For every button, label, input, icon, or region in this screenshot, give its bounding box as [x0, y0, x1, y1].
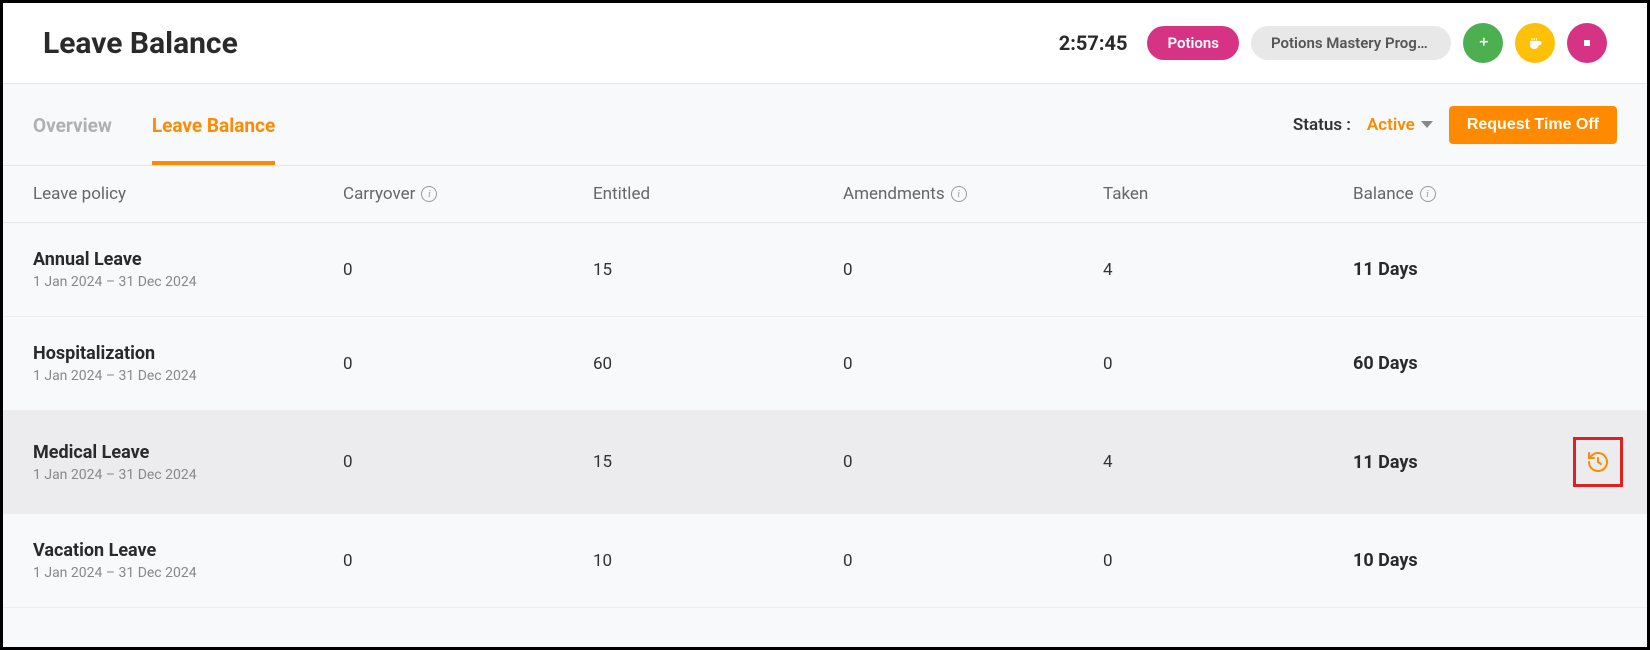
context-pill-secondary[interactable]: Potions Mastery Progr… [1251, 26, 1451, 60]
status-dropdown[interactable]: Active [1367, 115, 1433, 135]
info-icon[interactable]: i [1420, 186, 1436, 202]
leave-policy-cell: Annual Leave 1 Jan 2024 – 31 Dec 2024 [33, 249, 343, 290]
stop-icon [1578, 34, 1596, 52]
col-carryover: Carryover i [343, 184, 593, 204]
amendments-cell: 0 [843, 551, 1103, 571]
leave-dates: 1 Jan 2024 – 31 Dec 2024 [33, 368, 343, 384]
tabs: Overview Leave Balance [33, 84, 275, 165]
entitled-cell: 10 [593, 551, 843, 571]
leave-name: Vacation Leave [33, 540, 343, 561]
balance-cell: 11 Days [1353, 452, 1573, 473]
entitled-cell: 15 [593, 260, 843, 280]
context-pill-primary[interactable]: Potions [1147, 26, 1239, 60]
status-label: Status : [1293, 115, 1351, 135]
taken-cell: 0 [1103, 551, 1353, 571]
tab-overview[interactable]: Overview [33, 84, 112, 165]
col-balance: Balance i [1353, 184, 1573, 204]
page-title: Leave Balance [43, 26, 238, 61]
leave-dates: 1 Jan 2024 – 31 Dec 2024 [33, 565, 343, 581]
leave-name: Hospitalization [33, 343, 343, 364]
table-body: Annual Leave1 Jan 2024 – 31 Dec 20240150… [3, 223, 1647, 608]
taken-cell: 0 [1103, 354, 1353, 374]
leave-policy-cell: Vacation Leave 1 Jan 2024 – 31 Dec 2024 [33, 540, 343, 581]
carryover-cell: 0 [343, 260, 593, 280]
tabs-right: Status : Active Request Time Off [1293, 106, 1617, 144]
timer: 2:57:45 [1059, 31, 1128, 55]
history-button[interactable] [1573, 437, 1623, 487]
connect-button[interactable] [1463, 23, 1503, 63]
col-leave-policy: Leave policy [33, 184, 343, 204]
leave-policy-cell: Hospitalization 1 Jan 2024 – 31 Dec 2024 [33, 343, 343, 384]
col-amendments-label: Amendments [843, 184, 945, 204]
info-icon[interactable]: i [421, 186, 437, 202]
amendments-cell: 0 [843, 354, 1103, 374]
leave-name: Medical Leave [33, 442, 343, 463]
entitled-cell: 15 [593, 452, 843, 472]
tabs-bar: Overview Leave Balance Status : Active R… [3, 84, 1647, 166]
leave-name: Annual Leave [33, 249, 343, 270]
caret-down-icon [1421, 121, 1433, 128]
amendments-cell: 0 [843, 452, 1103, 472]
stop-button[interactable] [1567, 23, 1607, 63]
page-header: Leave Balance 2:57:45 Potions Potions Ma… [3, 3, 1647, 84]
plug-icon [1474, 34, 1492, 52]
leave-dates: 1 Jan 2024 – 31 Dec 2024 [33, 467, 343, 483]
table-row[interactable]: Medical Leave1 Jan 2024 – 31 Dec 2024015… [3, 411, 1647, 514]
balance-cell: 11 Days [1353, 259, 1573, 280]
table-row[interactable]: Hospitalization1 Jan 2024 – 31 Dec 20240… [3, 317, 1647, 411]
header-controls: 2:57:45 Potions Potions Mastery Progr… [1059, 23, 1607, 63]
break-button[interactable] [1515, 23, 1555, 63]
table-header: Leave policy Carryover i Entitled Amendm… [3, 166, 1647, 223]
leave-dates: 1 Jan 2024 – 31 Dec 2024 [33, 274, 343, 290]
balance-cell: 60 Days [1353, 353, 1573, 374]
col-entitled: Entitled [593, 184, 843, 204]
table-row[interactable]: Annual Leave1 Jan 2024 – 31 Dec 20240150… [3, 223, 1647, 317]
content-area: Overview Leave Balance Status : Active R… [3, 84, 1647, 608]
carryover-cell: 0 [343, 551, 593, 571]
taken-cell: 4 [1103, 452, 1353, 472]
col-amendments: Amendments i [843, 184, 1103, 204]
leave-policy-cell: Medical Leave 1 Jan 2024 – 31 Dec 2024 [33, 442, 343, 483]
table-row[interactable]: Vacation Leave1 Jan 2024 – 31 Dec 202401… [3, 514, 1647, 608]
amendments-cell: 0 [843, 260, 1103, 280]
col-taken: Taken [1103, 184, 1353, 204]
taken-cell: 4 [1103, 260, 1353, 280]
info-icon[interactable]: i [951, 186, 967, 202]
col-balance-label: Balance [1353, 184, 1414, 204]
actions-cell [1573, 437, 1623, 487]
request-time-off-button[interactable]: Request Time Off [1449, 106, 1617, 144]
carryover-cell: 0 [343, 452, 593, 472]
status-value-text: Active [1367, 115, 1415, 135]
history-icon [1586, 450, 1610, 474]
col-carryover-label: Carryover [343, 184, 415, 204]
carryover-cell: 0 [343, 354, 593, 374]
tab-leave-balance[interactable]: Leave Balance [152, 84, 275, 165]
coffee-icon [1526, 34, 1544, 52]
entitled-cell: 60 [593, 354, 843, 374]
balance-cell: 10 Days [1353, 550, 1573, 571]
